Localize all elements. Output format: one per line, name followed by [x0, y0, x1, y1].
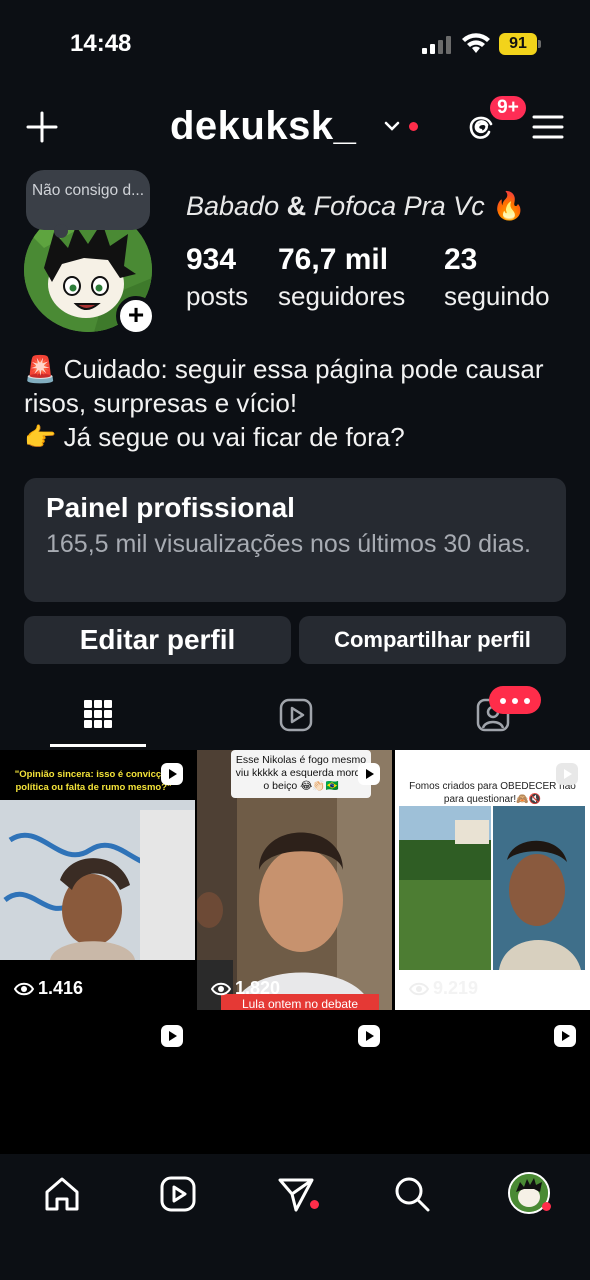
dashboard-title: Painel profissional	[46, 492, 295, 523]
note-bubble[interactable]: Não consigo d...	[26, 170, 150, 238]
professional-dashboard[interactable]: Painel profissional 165,5 mil visualizaç…	[24, 478, 566, 602]
menu-icon[interactable]	[532, 114, 564, 140]
grid-post-3[interactable]: Fomos criados para OBEDECER não para que…	[395, 750, 590, 1010]
bottom-navigation	[0, 1156, 590, 1280]
post-subcaption: Lula ontem no debate	[241, 997, 359, 1011]
reel-badge-icon	[358, 763, 380, 785]
grid-icon	[84, 700, 112, 728]
plus-icon[interactable]	[26, 111, 58, 143]
pointing-emoji: 👉	[24, 422, 57, 452]
grid-post-2[interactable]: Esse Nikolas é fogo mesmo viu kkkkk a es…	[197, 750, 392, 1010]
username-switcher[interactable]: dekuksk_	[170, 104, 356, 149]
profile-alert-dot	[542, 1202, 551, 1211]
reel-badge-icon	[358, 1025, 380, 1047]
add-story-button[interactable]: +	[116, 296, 156, 336]
profile-bio: 🚨 Cuidado: seguir essa página pode causa…	[24, 354, 544, 452]
post-caption: Fomos criados para OBEDECER não para que…	[409, 781, 576, 805]
reel-badge-icon	[556, 763, 578, 785]
eye-icon	[408, 982, 430, 996]
reel-badge-icon	[554, 1025, 576, 1047]
tab-posts[interactable]	[0, 688, 196, 750]
grid-post-5[interactable]	[197, 1012, 392, 1154]
grid-post-1[interactable]: "Opinião sincera: isso é convicção polít…	[0, 750, 195, 1010]
home-icon[interactable]	[42, 1174, 82, 1214]
edit-profile-button[interactable]: Editar perfil	[24, 616, 291, 664]
direct-icon[interactable]	[276, 1174, 316, 1214]
status-bar: 14:48 91	[0, 0, 590, 90]
tagged-badge	[489, 686, 541, 714]
post-views: 9.219	[408, 978, 478, 999]
dashboard-subtitle: 165,5 mil visualizações nos últimos 30 d…	[46, 530, 531, 558]
status-time: 14:48	[70, 30, 132, 57]
post-caption: "Opinião sincera: isso é convicção polít…	[14, 769, 173, 793]
eye-icon	[13, 982, 35, 996]
post-views: 1.820	[210, 978, 280, 999]
posts-grid: "Opinião sincera: isso é convicção polít…	[0, 750, 590, 1154]
reel-badge-icon	[161, 1025, 183, 1047]
account-alert-dot	[409, 122, 418, 131]
post-caption: Esse Nikolas é fogo mesmo viu kkkkk a es…	[235, 754, 367, 792]
battery-level: 91	[499, 33, 537, 55]
cellular-signal-icon	[422, 36, 451, 54]
display-name: Babado & Fofoca Pra Vc 🔥	[186, 191, 526, 221]
wifi-icon	[462, 33, 490, 53]
tab-reels[interactable]	[197, 688, 393, 750]
stat-following[interactable]: 23 seguindo	[444, 242, 550, 314]
direct-alert-dot	[310, 1200, 319, 1209]
grid-post-6[interactable]	[395, 1012, 590, 1154]
chevron-down-icon[interactable]	[384, 120, 400, 132]
reels-nav-icon[interactable]	[158, 1174, 198, 1214]
post-views: 1.416	[13, 978, 83, 999]
siren-emoji: 🚨	[24, 354, 57, 384]
stat-posts[interactable]: 934 posts	[186, 242, 248, 314]
reel-badge-icon	[161, 763, 183, 785]
battery-indicator: 91	[499, 33, 541, 55]
eye-icon	[210, 982, 232, 996]
active-tab-indicator	[50, 744, 146, 747]
search-icon[interactable]	[392, 1174, 432, 1214]
share-profile-button[interactable]: Compartilhar perfil	[299, 616, 566, 664]
reels-icon	[279, 698, 313, 732]
stat-followers[interactable]: 76,7 mil seguidores	[278, 242, 405, 314]
grid-post-4[interactable]	[0, 1012, 195, 1154]
profile-header: dekuksk_ 9+	[0, 94, 590, 156]
notification-badge: 9+	[488, 94, 528, 122]
